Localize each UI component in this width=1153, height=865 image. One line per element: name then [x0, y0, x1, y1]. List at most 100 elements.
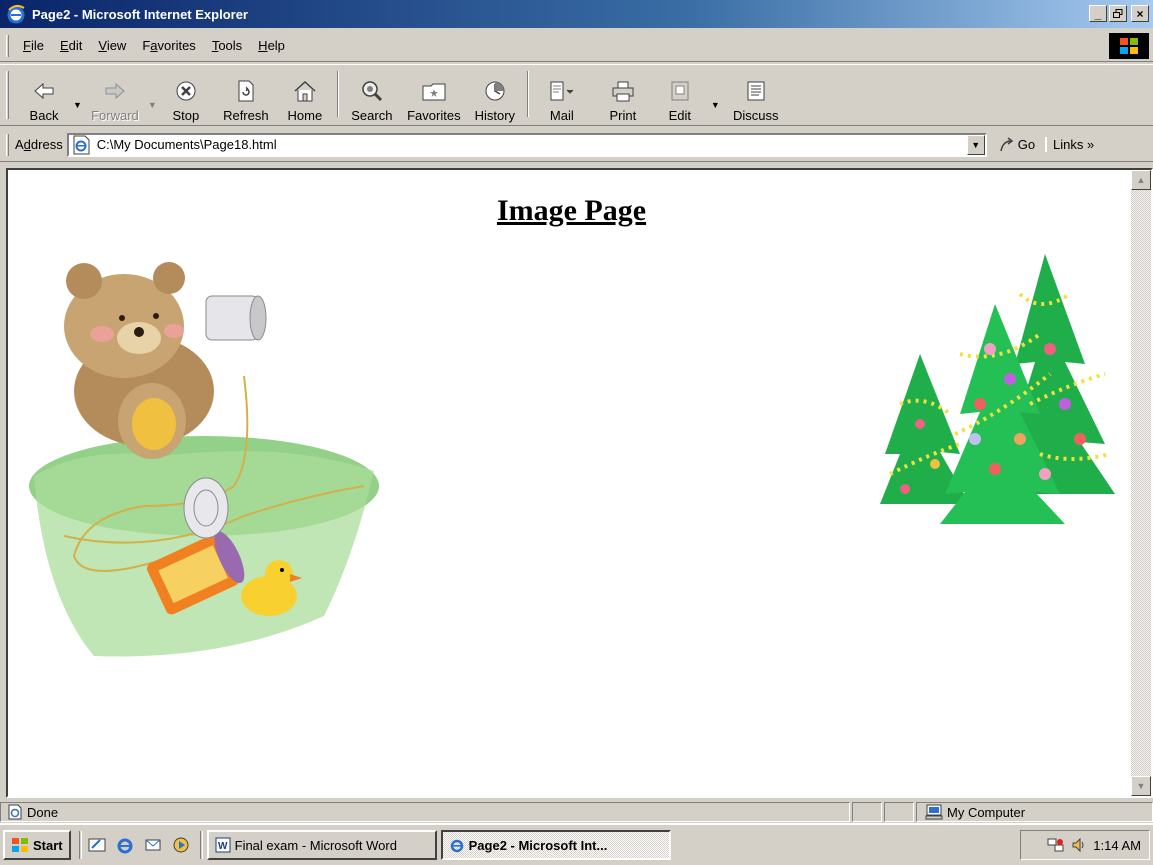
status-cell	[852, 802, 882, 822]
home-button[interactable]: Home	[277, 65, 333, 123]
scroll-down-button[interactable]: ▼	[1131, 776, 1151, 796]
ie-logo-icon	[7, 4, 25, 24]
menu-help[interactable]: Help	[250, 38, 293, 53]
taskbar-grip	[199, 831, 203, 859]
search-icon	[359, 78, 385, 104]
task-word-label: Final exam - Microsoft Word	[234, 837, 397, 853]
discuss-label: Discuss	[733, 108, 779, 123]
clock[interactable]: 1:14 AM	[1093, 838, 1141, 853]
history-label: History	[474, 108, 516, 123]
word-icon: W	[215, 837, 231, 853]
volume-icon[interactable]	[1071, 837, 1087, 853]
address-url: C:\My Documents\Page18.html	[96, 137, 277, 152]
home-icon	[292, 78, 318, 104]
edit-dropdown[interactable]: ▼	[711, 100, 720, 110]
windows-flag-icon	[1109, 33, 1149, 59]
minimize-button[interactable]: _	[1089, 5, 1107, 22]
address-grip[interactable]	[6, 133, 9, 156]
ie-page-icon	[73, 135, 90, 154]
task-word[interactable]: W Final exam - Microsoft Word	[206, 830, 437, 860]
show-desktop-icon[interactable]	[86, 834, 108, 856]
network-icon[interactable]	[1047, 837, 1065, 853]
forward-arrow-icon	[102, 78, 128, 104]
maximize-button[interactable]	[1109, 5, 1127, 22]
forward-label: Forward	[91, 108, 139, 123]
menu-favorites[interactable]: Favorites	[134, 38, 203, 53]
close-button[interactable]: ×	[1131, 5, 1149, 22]
browser-window: Page2 - Microsoft Internet Explorer _ × …	[0, 0, 1153, 822]
back-button[interactable]: Back	[15, 65, 73, 123]
address-dropdown-button[interactable]: ▼	[966, 134, 985, 155]
back-dropdown[interactable]: ▼	[73, 100, 82, 110]
taskbar-grip	[78, 831, 82, 859]
toolbar-separator	[336, 71, 339, 117]
history-button[interactable]: History	[467, 65, 523, 123]
menu-grip[interactable]	[6, 34, 9, 57]
standard-toolbar: Back ▼ Forward ▼ Stop Refresh Home Searc…	[0, 64, 1153, 126]
edit-label: Edit	[668, 108, 692, 123]
title-bar[interactable]: Page2 - Microsoft Internet Explorer _ ×	[0, 0, 1153, 28]
status-text-area: Done	[0, 802, 850, 822]
scroll-up-button[interactable]: ▲	[1131, 170, 1151, 190]
menu-tools[interactable]: Tools	[204, 38, 250, 53]
task-internet-explorer[interactable]: Page2 - Microsoft Int...	[440, 830, 671, 860]
internet-explorer-icon[interactable]	[114, 834, 136, 856]
favorites-button[interactable]: Favorites	[401, 65, 467, 123]
start-label: Start	[33, 837, 63, 853]
menu-file[interactable]: File	[15, 38, 52, 53]
page-heading: Image Page	[496, 194, 647, 227]
my-computer-icon	[925, 804, 943, 820]
start-button[interactable]: Start	[3, 830, 71, 860]
teddy-bear-image	[29, 262, 379, 657]
christmas-trees-image	[880, 254, 1115, 524]
page-content: Image Page ▲ ▼	[6, 168, 1153, 798]
toolbar-grip[interactable]	[6, 71, 9, 119]
go-button[interactable]: Go	[999, 136, 1035, 153]
refresh-button[interactable]: Refresh	[215, 65, 277, 123]
vertical-scrollbar[interactable]: ▲ ▼	[1131, 170, 1151, 796]
system-tray: 1:14 AM	[1020, 830, 1150, 860]
outlook-express-icon[interactable]	[142, 834, 164, 856]
forward-dropdown[interactable]: ▼	[148, 100, 157, 110]
search-button[interactable]: Search	[343, 65, 401, 123]
mail-label: Mail	[549, 108, 574, 123]
stop-button[interactable]: Stop	[157, 65, 215, 123]
zone-label: My Computer	[947, 804, 1026, 820]
mail-button[interactable]: Mail	[533, 65, 591, 123]
status-bar: Done My Computer	[0, 801, 1153, 823]
mail-icon	[549, 78, 575, 104]
address-label: Address	[15, 137, 63, 152]
history-icon	[482, 78, 508, 104]
discuss-icon	[743, 78, 769, 104]
go-arrow-icon	[999, 136, 1013, 151]
menu-edit[interactable]: Edit	[52, 38, 90, 53]
favorites-label: Favorites	[407, 108, 461, 123]
search-label: Search	[351, 108, 393, 123]
quick-launch	[86, 834, 192, 856]
menu-view[interactable]: View	[90, 38, 134, 53]
address-input[interactable]: C:\My Documents\Page18.html ▼	[66, 132, 987, 157]
window-title: Page2 - Microsoft Internet Explorer	[32, 6, 248, 22]
window-controls: _ ×	[1089, 5, 1149, 22]
svg-text:W: W	[218, 841, 228, 852]
ie-page-icon	[8, 804, 22, 820]
taskbar: Start W Final exam - Microsoft Word Page…	[0, 823, 1153, 865]
stop-icon	[173, 78, 199, 104]
print-button[interactable]: Print	[591, 65, 655, 123]
status-text: Done	[27, 804, 59, 820]
ie-logo-icon	[450, 839, 463, 853]
print-label: Print	[609, 108, 637, 123]
restore-icon	[1113, 8, 1123, 18]
security-zone: My Computer	[916, 802, 1153, 822]
links-button[interactable]: Links »	[1045, 137, 1094, 152]
back-label: Back	[29, 108, 59, 123]
edit-button[interactable]: Edit	[655, 65, 705, 123]
discuss-button[interactable]: Discuss	[720, 65, 792, 123]
media-player-icon[interactable]	[170, 834, 192, 856]
forward-button[interactable]: Forward	[82, 65, 148, 123]
favorites-folder-icon	[421, 78, 447, 104]
edit-page-icon	[667, 78, 693, 104]
status-cell	[884, 802, 914, 822]
task-ie-label: Page2 - Microsoft Int...	[468, 837, 608, 853]
refresh-label: Refresh	[223, 108, 269, 123]
